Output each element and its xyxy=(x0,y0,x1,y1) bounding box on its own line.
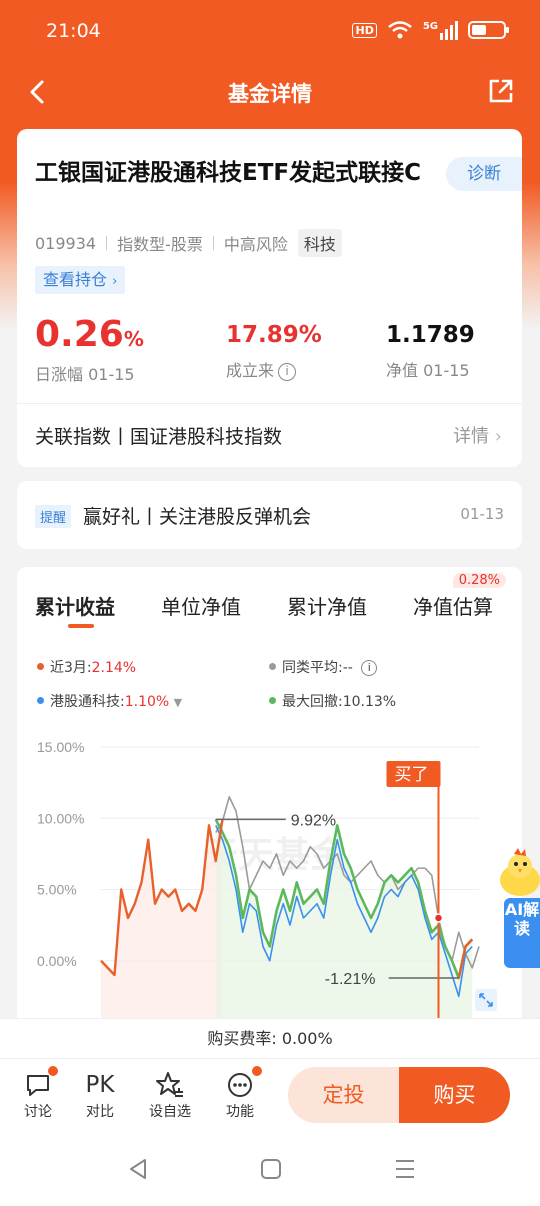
nav-value: 1.1789 xyxy=(386,322,475,348)
active-tab-indicator xyxy=(68,624,94,628)
nav-bar: 基金详情 xyxy=(0,64,540,120)
tab-unit-nav[interactable]: 单位净值 xyxy=(161,591,241,620)
star-plus-icon xyxy=(156,1072,183,1097)
more-dots-icon xyxy=(228,1073,252,1097)
hd-icon: HD xyxy=(352,22,377,38)
legend-index[interactable]: 港股通科技:1.10% ▼ xyxy=(37,691,182,711)
legend-peer-average: 同类平均:-- i xyxy=(269,657,378,677)
nav-estimate-badge: 0.28% xyxy=(452,573,506,588)
notice-date: 01-13 xyxy=(460,505,504,523)
status-icons: HD 5G xyxy=(352,20,509,40)
y-tick-label: 10.00% xyxy=(37,810,84,826)
wifi-icon xyxy=(388,21,412,39)
fund-tag: 科技 xyxy=(297,229,342,257)
notice-tag: 提醒 xyxy=(35,505,72,528)
y-tick-label: 0.00% xyxy=(37,953,77,969)
status-bar: 21:04 HD 5G xyxy=(0,0,540,64)
chevron-right-icon: › xyxy=(494,426,502,447)
y-tick-label: 5.00% xyxy=(37,882,77,898)
add-watchlist-button[interactable]: 设自选 xyxy=(143,1069,197,1121)
chevron-right-icon: › xyxy=(112,274,118,289)
min-annotation-label: -1.21% xyxy=(325,971,376,988)
info-icon[interactable]: i xyxy=(278,363,297,381)
max-annotation-label: 9.92% xyxy=(291,812,336,829)
compare-label: 对比 xyxy=(86,1104,114,1120)
discuss-button[interactable]: 讨论 xyxy=(11,1065,65,1121)
daily-change-value: 0.26 xyxy=(35,314,124,355)
battery-icon xyxy=(468,21,509,39)
since-inception-value: 17.89% xyxy=(226,322,322,348)
pk-icon: PK xyxy=(85,1072,115,1098)
diagnose-button[interactable]: 诊断 xyxy=(446,157,522,191)
tab-cumulative-return[interactable]: 累计收益 xyxy=(35,591,115,620)
status-time: 21:04 xyxy=(46,20,101,42)
daily-change-stat: 0.26% 日涨幅 01-15 xyxy=(35,315,144,385)
since-inception-stat: 17.89% 成立来 i xyxy=(226,315,322,381)
fund-type: 指数型-股票 xyxy=(117,235,203,254)
since-inception-label: 成立来 xyxy=(226,361,275,380)
tab-accumulated-nav[interactable]: 累计净值 xyxy=(287,591,367,620)
purchase-fee: 购买费率: 0.00% xyxy=(0,1018,540,1058)
legend-max-drawdown: 最大回撤:10.13% xyxy=(269,691,396,711)
daily-change-unit: % xyxy=(123,327,144,351)
view-holdings-button[interactable]: 查看持仓 › xyxy=(35,266,126,294)
trade-buttons: 定投 购买 xyxy=(288,1067,510,1123)
nav-menu-icon[interactable] xyxy=(394,1158,416,1180)
ai-assistant[interactable]: AI解读 xyxy=(494,848,540,968)
fund-risk: 中高风险 xyxy=(223,235,288,254)
view-holdings-label: 查看持仓 xyxy=(43,270,108,289)
nav-label: 净值 01-15 xyxy=(386,361,470,380)
ai-interpret-button[interactable]: AI解读 xyxy=(504,898,540,968)
expand-icon-bg xyxy=(475,989,497,1011)
compare-button[interactable]: PK 对比 xyxy=(73,1069,127,1121)
signal-icon: 5G xyxy=(423,20,458,40)
page-title: 基金详情 xyxy=(228,82,312,106)
notice-text: 赢好礼丨关注港股反弹机会 xyxy=(83,506,312,528)
fund-meta: 019934 指数型-股票 中高风险 科技 xyxy=(35,229,342,257)
related-index-row[interactable]: 关联指数丨国证港股科技指数 详情 › xyxy=(17,403,522,467)
nav-stat: 1.1789 净值 01-15 xyxy=(386,315,475,381)
fixed-invest-button[interactable]: 定投 xyxy=(288,1067,399,1123)
fund-name: 工银国证港股通科技ETF发起式联接C xyxy=(35,160,421,186)
chick-mascot-icon xyxy=(500,848,540,896)
caret-down-icon: ▼ xyxy=(173,696,183,709)
performance-chart-card: 累计收益 单位净值 累计净值 净值估算 0.28% 近3月:2.14% 同类平均… xyxy=(17,567,522,1037)
nav-back-icon[interactable] xyxy=(127,1157,149,1181)
functions-button[interactable]: 功能 xyxy=(213,1065,267,1121)
buy-marker-label: 买了 xyxy=(395,765,429,785)
return-chart[interactable]: 15.00%10.00%5.00%0.00%-5.00%天天基金9.92%-1.… xyxy=(17,727,522,1022)
buy-button[interactable]: 购买 xyxy=(399,1067,510,1123)
bottom-toolbar: 讨论 PK 对比 设自选 功能 定投 购买 xyxy=(0,1058,540,1132)
info-icon[interactable]: i xyxy=(361,660,378,676)
related-index-detail[interactable]: 详情 › xyxy=(453,422,502,448)
related-index-label: 关联指数丨国证港股科技指数 xyxy=(35,426,283,448)
fund-code: 019934 xyxy=(35,233,97,253)
functions-label: 功能 xyxy=(226,1104,254,1120)
discuss-label: 讨论 xyxy=(24,1104,52,1120)
tab-nav-estimate[interactable]: 净值估算 xyxy=(413,591,493,620)
chart-tabs: 累计收益 单位净值 累计净值 净值估算 0.28% xyxy=(17,573,522,627)
system-navigation-bar xyxy=(0,1132,540,1206)
fund-summary-card: 工银国证港股通科技ETF发起式联接C 诊断 019934 指数型-股票 中高风险… xyxy=(17,129,522,467)
daily-change-label: 日涨幅 01-15 xyxy=(35,365,135,384)
buy-point xyxy=(433,913,444,923)
add-watchlist-label: 设自选 xyxy=(149,1104,191,1120)
legend-fund: 近3月:2.14% xyxy=(37,657,136,677)
nav-home-icon[interactable] xyxy=(260,1158,282,1180)
share-icon[interactable] xyxy=(486,76,516,106)
y-tick-label: 15.00% xyxy=(37,739,84,755)
notice-card[interactable]: 提醒 赢好礼丨关注港股反弹机会 01-13 xyxy=(17,481,522,549)
